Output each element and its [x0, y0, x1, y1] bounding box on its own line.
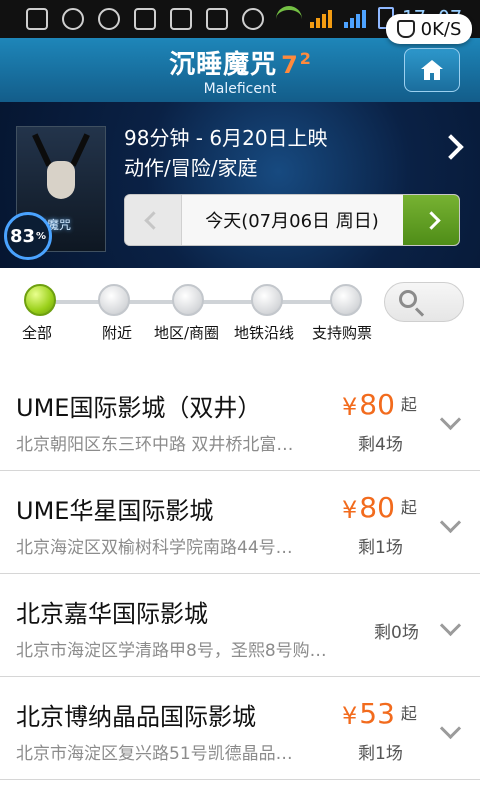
next-date-button[interactable]	[403, 195, 459, 245]
price-value: 80	[359, 388, 395, 421]
speed-indicator: 0K/S	[386, 14, 472, 44]
chevron-right-icon[interactable]	[438, 134, 464, 160]
home-icon	[421, 60, 443, 80]
filter-step-area[interactable]	[172, 284, 204, 316]
progress-suffix: %	[36, 230, 47, 242]
cinema-address: 北京市海淀区学清路甲8号，圣熙8号购…	[16, 641, 327, 661]
chevron-down-icon[interactable]	[439, 408, 462, 431]
rating: 72	[281, 49, 311, 79]
filter-label-nearby[interactable]: 附近	[102, 322, 132, 343]
price-symbol: ¥	[342, 393, 358, 421]
cinema-address: 北京市海淀区复兴路51号凯德晶品…	[16, 744, 293, 764]
price-value: 80	[359, 491, 395, 524]
badge-icon	[98, 8, 120, 30]
search-button[interactable]	[384, 282, 464, 322]
poster-horn	[70, 133, 90, 167]
price-symbol: ¥	[342, 496, 358, 524]
vibrate-icon	[206, 8, 228, 30]
list-item[interactable]: UME华星国际影城 北京海淀区双榆树科学院南路44号… ¥ 80 起 剩1场	[0, 471, 480, 574]
cinema-name: UME华星国际影城	[16, 497, 214, 525]
cinema-price: ¥ 53 起	[342, 697, 417, 730]
filter-label-subway[interactable]: 地铁沿线	[234, 322, 294, 343]
prev-date-button[interactable]	[125, 195, 182, 245]
progress-value: 83	[9, 225, 36, 247]
list-item[interactable]: 北京嘉华国际影城 北京市海淀区学清路甲8号，圣熙8号购… 剩0场	[0, 574, 480, 677]
chevron-left-icon	[143, 210, 163, 230]
status-icons-left	[26, 8, 264, 30]
filter-label-all[interactable]: 全部	[22, 322, 52, 343]
cinema-name: 北京嘉华国际影城	[16, 600, 208, 628]
signal-icon-1	[309, 8, 336, 28]
chevron-down-icon[interactable]	[439, 511, 462, 534]
filter-label-ticket[interactable]: 支持购票	[312, 322, 372, 343]
cinema-address: 北京朝阳区东三环中路 双井桥北富…	[16, 435, 294, 455]
filter-step-nearby[interactable]	[98, 284, 130, 316]
shield-icon	[396, 20, 415, 38]
signal-icon-2	[343, 8, 370, 28]
filter-label-area[interactable]: 地区/商圈	[154, 322, 219, 343]
price-symbol: ¥	[342, 702, 358, 730]
chevron-down-icon[interactable]	[439, 717, 462, 740]
cinema-price: ¥ 80 起	[342, 388, 417, 421]
android-icon	[170, 8, 192, 30]
rating-decimal: 2	[299, 49, 311, 68]
wifi-icon	[275, 6, 302, 30]
search-icon	[399, 290, 417, 308]
remaining-shows: 剩4场	[358, 435, 403, 455]
cinema-name: UME国际影城（双井）	[16, 394, 262, 422]
price-value: 53	[359, 697, 395, 730]
filter-bar: 全部 附近 地区/商圈 地铁沿线 支持购票	[0, 268, 480, 369]
date-label: 今天(07月06日 周日)	[205, 211, 379, 232]
price-suffix: 起	[400, 704, 417, 723]
cinema-price: ¥ 80 起	[342, 491, 417, 524]
cinema-list: UME国际影城（双井） 北京朝阳区东三环中路 双井桥北富… ¥ 80 起 剩4场…	[0, 368, 480, 800]
notification-icon	[26, 8, 48, 30]
remaining-shows: 剩0场	[374, 623, 419, 643]
movie-header: 沉睡魔咒 83% 98分钟 - 6月20日上映 动作/冒险/家庭 今天(07月0…	[0, 102, 480, 268]
date-selector: 今天(07月06日 周日)	[124, 194, 460, 246]
cinema-name: 北京博纳晶品国际影城	[16, 703, 256, 731]
movie-title: 沉睡魔咒	[169, 50, 278, 80]
chevron-down-icon[interactable]	[439, 614, 462, 637]
progress-indicator: 83%	[4, 212, 52, 260]
poster-face	[47, 161, 75, 199]
movie-meta-line2: 动作/冒险/家庭	[124, 156, 258, 180]
movie-meta-line1: 98分钟 - 6月20日上映	[124, 126, 328, 150]
remaining-shows: 剩1场	[358, 744, 403, 764]
usb-icon	[134, 8, 156, 30]
poster-horn	[32, 133, 52, 167]
title-bar: 沉睡魔咒 7 2 Maleficent	[0, 38, 480, 102]
cinema-address: 北京海淀区双榆树科学院南路44号…	[16, 538, 293, 558]
speed-text: 0K/S	[420, 18, 462, 40]
shield-icon	[62, 8, 84, 30]
filter-step-all[interactable]	[24, 284, 56, 316]
home-button[interactable]	[404, 48, 460, 92]
remaining-shows: 剩1场	[358, 538, 403, 558]
chevron-right-icon	[421, 210, 441, 230]
price-suffix: 起	[400, 395, 417, 414]
alarm-icon	[242, 8, 264, 30]
price-suffix: 起	[400, 498, 417, 517]
list-item[interactable]: UME国际影城（双井） 北京朝阳区东三环中路 双井桥北富… ¥ 80 起 剩4场	[0, 368, 480, 471]
filter-step-ticket[interactable]	[330, 284, 362, 316]
filter-step-subway[interactable]	[251, 284, 283, 316]
list-item[interactable]: 北京博纳晶品国际影城 北京市海淀区复兴路51号凯德晶品… ¥ 53 起 剩1场	[0, 677, 480, 780]
rating-main: 7	[281, 51, 298, 79]
